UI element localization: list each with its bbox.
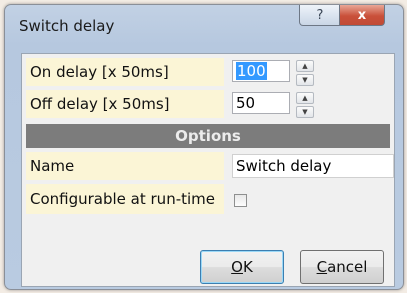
ok-mnemonic: O <box>231 258 243 276</box>
on-delay-label: On delay [x 50ms] <box>26 58 224 86</box>
configurable-row: Configurable at run-time <box>26 184 390 214</box>
cancel-mnemonic: C <box>316 258 328 276</box>
configurable-label: Configurable at run-time <box>26 184 224 214</box>
on-delay-value: 100 <box>236 62 267 80</box>
dialog-body: On delay [x 50ms] 100 ▲ ▼ Off delay [x 5… <box>21 53 395 287</box>
spin-down-icon[interactable]: ▼ <box>296 106 314 118</box>
off-delay-row: Off delay [x 50ms] 50 ▲ ▼ <box>26 90 390 118</box>
options-header: Options <box>26 124 390 148</box>
name-input[interactable]: Switch delay <box>232 154 394 178</box>
ok-button[interactable]: OK <box>200 250 284 284</box>
close-button[interactable]: x <box>339 5 385 26</box>
help-icon: ? <box>316 7 324 23</box>
name-row: Name Switch delay <box>26 152 394 180</box>
close-icon: x <box>357 7 367 23</box>
spin-up-icon[interactable]: ▲ <box>296 60 314 72</box>
spin-down-icon[interactable]: ▼ <box>296 74 314 86</box>
off-delay-spinner[interactable]: ▲ ▼ <box>296 92 314 118</box>
on-delay-row: On delay [x 50ms] 100 ▲ ▼ <box>26 58 390 86</box>
off-delay-label: Off delay [x 50ms] <box>26 90 224 118</box>
on-delay-input[interactable]: 100 <box>232 60 290 82</box>
dialog-window: Switch delay ? x On delay [x 50ms] 100 ▲… <box>4 4 404 290</box>
name-label: Name <box>26 152 224 180</box>
off-delay-value: 50 <box>236 94 256 112</box>
cancel-button[interactable]: Cancel <box>300 250 384 284</box>
spin-up-icon[interactable]: ▲ <box>296 92 314 104</box>
cancel-label-rest: ancel <box>327 258 368 276</box>
configurable-checkbox[interactable] <box>234 194 247 207</box>
off-delay-input[interactable]: 50 <box>232 92 290 114</box>
on-delay-spinner[interactable]: ▲ ▼ <box>296 60 314 86</box>
name-value: Switch delay <box>236 157 332 175</box>
help-button[interactable]: ? <box>299 5 341 26</box>
ok-label-rest: K <box>242 258 253 276</box>
window-title: Switch delay <box>19 17 115 35</box>
